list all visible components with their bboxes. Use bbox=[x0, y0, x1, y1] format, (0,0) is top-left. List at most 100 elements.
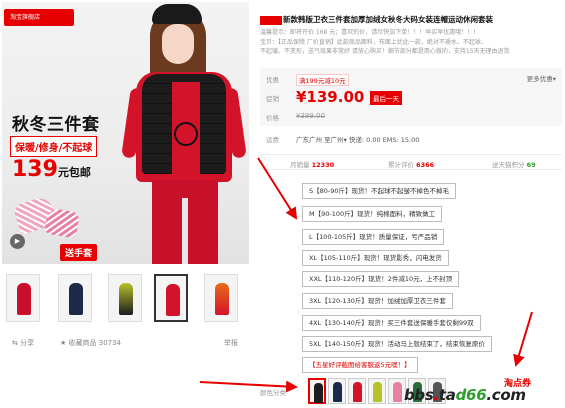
product-title-text: 新款韩版卫衣三件套加厚加绒女秋冬大码女装连帽运动休闲套装 bbox=[283, 15, 493, 24]
share-label: 分享 bbox=[20, 339, 35, 347]
size-option-size: 5XL【140-150斤】 bbox=[309, 340, 368, 348]
swatch-figure bbox=[314, 383, 323, 403]
size-option[interactable]: 5XL【140-150斤】现货！活动马上就结束了，结束恢复原价 bbox=[302, 336, 492, 352]
model-cap bbox=[152, 4, 202, 24]
original-price-label: 价格 bbox=[266, 114, 279, 122]
color-swatch[interactable] bbox=[348, 378, 366, 404]
size-option-size: XXL【110-120斤】 bbox=[309, 275, 369, 283]
size-option-size: S【80-90斤】 bbox=[309, 187, 352, 195]
size-option-review-bonus[interactable]: 【五星好评截图给客服返5元噢！】 bbox=[302, 357, 418, 373]
share-link[interactable]: ⇆ 分享 bbox=[12, 338, 34, 348]
size-option-size: L【100-105斤】 bbox=[309, 233, 360, 241]
price-box: 优惠 满199元减10元 更多优惠▾ 促销 ¥139.00 最后一天 价格 ¥3… bbox=[260, 68, 562, 126]
site-watermark: 淘点券 bbs.tad66.com bbox=[400, 376, 564, 408]
tmall-points: 送天猫积分 69 bbox=[492, 159, 536, 169]
thumbnail-strip bbox=[6, 274, 250, 326]
size-option-note: 现货！加绒加厚卫衣三件套 bbox=[367, 297, 446, 305]
more-deals-dropdown[interactable]: 更多优惠▾ bbox=[527, 73, 556, 83]
product-gallery: 淘宝旗舰店 秋冬三件套 保暖/修身/不起球 139元包邮 送手套 ▶ ⇆ 分享 … bbox=[0, 0, 254, 408]
size-option-size: M【90-100斤】 bbox=[309, 210, 358, 218]
thumbnail-figure bbox=[166, 284, 180, 316]
monthly-sales-label: 月销量 bbox=[290, 161, 310, 169]
main-product-image[interactable]: 淘宝旗舰店 秋冬三件套 保暖/修身/不起球 139元包邮 送手套 ▶ bbox=[2, 2, 249, 264]
sale-price-label: 促销 bbox=[266, 95, 279, 103]
monthly-sales: 月销量 12330 bbox=[290, 159, 334, 169]
shipping-label: 运费 bbox=[266, 136, 279, 144]
thumbnail-figure bbox=[119, 283, 133, 315]
size-option-size: 4XL【130-140斤】 bbox=[309, 319, 368, 327]
model-figure bbox=[121, 2, 249, 264]
last-day-badge: 最后一天 bbox=[370, 91, 402, 105]
original-price: ¥399.00 bbox=[296, 112, 325, 120]
size-option-size: XL【105-110斤】 bbox=[309, 254, 364, 262]
size-option-note: 现货！买三件套送保暖手套仅剩99双 bbox=[367, 319, 474, 327]
color-swatch[interactable] bbox=[308, 378, 326, 404]
thumbnail[interactable] bbox=[108, 274, 142, 322]
watermark-green: d66 bbox=[455, 386, 487, 404]
tmall-points-label: 送天猫积分 bbox=[492, 161, 525, 169]
product-title: 新款韩版卫衣三件套加厚加绒女秋冬大码女装连帽运动休闲套装 bbox=[260, 14, 560, 25]
model-face bbox=[162, 24, 194, 64]
size-option-size: 3XL【120-130斤】 bbox=[309, 297, 368, 305]
size-option[interactable]: 4XL【130-140斤】现货！买三件套送保暖手套仅剩99双 bbox=[302, 315, 481, 331]
size-option[interactable]: 3XL【120-130斤】现货！加绒加厚卫衣三件套 bbox=[302, 293, 453, 309]
pants-gap bbox=[182, 198, 188, 264]
size-option[interactable]: M【90-100斤】现货！纯棉面料，精致做工 bbox=[302, 206, 443, 222]
shipping-info[interactable]: 广东广州 至广州▾ 快递: 0.00 EMS: 15.00 bbox=[296, 134, 419, 144]
shop-logo[interactable]: 淘宝旗舰店 bbox=[4, 9, 74, 26]
thumbnail[interactable] bbox=[204, 274, 238, 322]
notice-line: 不起皱、不变形，送气效果非常好 请放心购买！细节部分都是用心做的，支持15天无理… bbox=[260, 48, 510, 55]
watermark-mid: ta bbox=[438, 386, 456, 404]
size-option-note: 现货！纯棉面料，精致做工 bbox=[357, 210, 436, 218]
watermark-prefix: bbs bbox=[404, 386, 434, 404]
thumbnail-figure bbox=[17, 283, 31, 315]
size-option[interactable]: XL【105-110斤】现货！现货影秀，闪电发货 bbox=[302, 250, 449, 266]
monthly-sales-value: 12330 bbox=[311, 161, 335, 169]
gift-gloves-badge: 送手套 bbox=[60, 244, 98, 261]
size-option-note: 现货！2件减10元，上不封顶 bbox=[368, 275, 453, 283]
notice-line: 温馨提示：即将开价 168 元；喜欢的价，请尽快加下单！！！早买早优惠哦！！！ bbox=[260, 29, 480, 36]
share-row: ⇆ 分享 ★ 收藏商品 30734 举报 bbox=[12, 338, 242, 350]
size-option[interactable]: XXL【110-120斤】现货！2件减10元，上不封顶 bbox=[302, 271, 460, 287]
favorite-link[interactable]: ★ 收藏商品 30734 bbox=[60, 338, 121, 348]
watermark-suffix: .com bbox=[486, 386, 526, 404]
notice-text: 温馨提示：即将开价 168 元；喜欢的价，请尽快加下单！！！早买早优惠哦！！！ … bbox=[260, 28, 556, 57]
promo-title: 秋冬三件套 bbox=[12, 115, 100, 135]
size-option[interactable]: L【100-105斤】现货！质量保证，亏严品销 bbox=[302, 229, 445, 245]
tmall-points-value: 69 bbox=[526, 161, 536, 169]
sale-price: ¥139.00 bbox=[296, 88, 365, 106]
size-option-review-text: 【五星好评截图给客服返5元噢！】 bbox=[309, 361, 411, 369]
thumbnail-figure bbox=[69, 283, 83, 315]
total-reviews-label: 累计评价 bbox=[388, 161, 414, 169]
product-info: 新款韩版卫衣三件套加厚加绒女秋冬大码女装连帽运动休闲套装 温馨提示：即将开价 1… bbox=[258, 0, 565, 408]
size-option-note: 现货！不起球不起皱不掉色不掉毛 bbox=[351, 187, 450, 195]
promo-tag[interactable]: 满199元减10元 bbox=[296, 74, 349, 86]
swatch-figure bbox=[373, 382, 382, 402]
swatch-figure bbox=[333, 382, 342, 402]
size-option-note: 现货！活动马上就结束了，结束恢复原价 bbox=[367, 340, 485, 348]
promo-label: 优惠 bbox=[266, 76, 279, 84]
stats-row: 月销量 12330 累计评价 6366 送天猫积分 69 bbox=[260, 154, 562, 170]
color-swatch[interactable] bbox=[368, 378, 386, 404]
thumbnail[interactable] bbox=[6, 274, 40, 322]
shipping-row: 运费 广东广州 至广州▾ 快递: 0.00 EMS: 15.00 bbox=[260, 132, 562, 146]
size-option[interactable]: S【80-90斤】现货！不起球不起皱不掉色不掉毛 bbox=[302, 183, 457, 199]
color-swatch[interactable] bbox=[328, 378, 346, 404]
promo-price-unit: 元包邮 bbox=[57, 166, 91, 179]
promo-price: 139元包邮 bbox=[12, 157, 91, 182]
swatch-figure bbox=[353, 382, 362, 402]
total-reviews[interactable]: 累计评价 6366 bbox=[388, 159, 434, 169]
favorite-label: 收藏商品 30734 bbox=[68, 339, 122, 347]
report-link[interactable]: 举报 bbox=[224, 338, 238, 348]
size-option-note: 现货！质量保证，亏严品销 bbox=[359, 233, 438, 241]
promo-subtitle: 保暖/修身/不起球 bbox=[10, 136, 98, 157]
play-video-icon[interactable]: ▶ bbox=[10, 234, 25, 249]
promo-price-value: 139 bbox=[12, 157, 58, 182]
thumbnail-figure bbox=[215, 283, 229, 315]
thumbnail-selected[interactable] bbox=[154, 274, 188, 322]
redacted-brand bbox=[260, 15, 282, 25]
thumbnail[interactable] bbox=[58, 274, 92, 322]
notice-line: 宝贝：【正品保障 厂价直销】此款商品面料，布面上优此一款，绝对不褪水、不起球、 bbox=[260, 38, 487, 46]
color-label: 颜色分类 bbox=[260, 389, 286, 397]
total-reviews-value: 6366 bbox=[416, 161, 435, 169]
